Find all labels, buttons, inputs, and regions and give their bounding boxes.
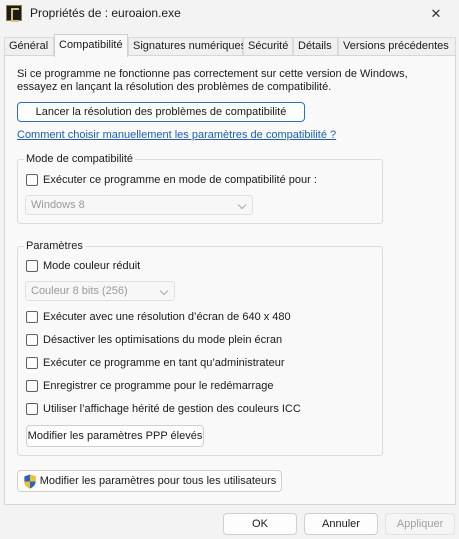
chevron-down-icon	[237, 200, 247, 210]
tab-previous-versions[interactable]: Versions précédentes	[338, 37, 456, 56]
reduced-color-label: Mode couleur réduit	[43, 260, 141, 272]
resolution-640-checkbox-row[interactable]: Exécuter avec une résolution d’écran de …	[26, 310, 291, 324]
compat-mode-checkbox-label: Exécuter ce programme en mode de compati…	[43, 174, 317, 186]
manual-settings-link[interactable]: Comment choisir manuellement les paramèt…	[17, 129, 336, 141]
apply-button[interactable]: Appliquer	[385, 513, 455, 535]
tab-digital-signatures[interactable]: Signatures numériques	[128, 37, 246, 56]
tab-security[interactable]: Sécurité	[243, 37, 293, 56]
settings-legend: Paramètres	[24, 240, 85, 252]
disable-fullscreen-opt-label: Désactiver les optimisations du mode ple…	[43, 334, 283, 346]
color-depth-select[interactable]: Couleur 8 bits (256)	[25, 281, 175, 301]
close-icon: ✕	[430, 6, 442, 21]
register-restart-label: Enregistrer ce programme pour le redémar…	[43, 380, 274, 392]
resolution-640-checkbox[interactable]	[26, 311, 38, 323]
close-button[interactable]: ✕	[413, 0, 459, 28]
register-restart-checkbox-row[interactable]: Enregistrer ce programme pour le redémar…	[26, 379, 274, 393]
reduced-color-checkbox-row[interactable]: Mode couleur réduit	[26, 259, 140, 273]
tab-compatibility[interactable]: Compatibilité	[54, 34, 128, 57]
title-bar: Propriétés de : euroaion.exe ✕	[0, 0, 459, 28]
resolution-640-label: Exécuter avec une résolution d’écran de …	[43, 311, 291, 323]
disable-fullscreen-opt-checkbox-row[interactable]: Désactiver les optimisations du mode ple…	[26, 333, 282, 347]
run-as-admin-label: Exécuter ce programme en tant qu’adminis…	[43, 357, 285, 369]
all-users-button-label: Modifier les paramètres pour tous les ut…	[39, 475, 277, 487]
high-dpi-settings-button[interactable]: Modifier les paramètres PPP élevés	[26, 425, 204, 447]
cancel-button[interactable]: Annuler	[304, 513, 378, 535]
disable-fullscreen-opt-checkbox[interactable]	[26, 334, 38, 346]
chevron-down-icon	[159, 286, 169, 296]
intro-text: Si ce programme ne fonctionne pas correc…	[17, 68, 408, 93]
run-as-admin-checkbox-row[interactable]: Exécuter ce programme en tant qu’adminis…	[26, 356, 285, 370]
compat-mode-select[interactable]: Windows 8	[25, 195, 253, 215]
color-depth-select-value: Couleur 8 bits (256)	[31, 285, 128, 297]
compat-mode-select-value: Windows 8	[31, 199, 85, 211]
register-restart-checkbox[interactable]	[26, 380, 38, 392]
tab-general[interactable]: Général	[4, 37, 54, 56]
compat-mode-checkbox-row[interactable]: Exécuter ce programme en mode de compati…	[26, 173, 317, 187]
compatibility-mode-legend: Mode de compatibilité	[24, 153, 136, 165]
all-users-settings-button[interactable]: Modifier les paramètres pour tous les ut…	[17, 470, 282, 492]
legacy-icc-checkbox[interactable]	[26, 403, 38, 415]
uac-shield-icon	[24, 474, 36, 489]
legacy-icc-label: Utiliser l’affichage hérité de gestion d…	[43, 403, 301, 415]
legacy-icc-checkbox-row[interactable]: Utiliser l’affichage hérité de gestion d…	[26, 402, 301, 416]
troubleshoot-button[interactable]: Lancer la résolution des problèmes de co…	[17, 102, 305, 122]
tab-details[interactable]: Détails	[293, 37, 338, 56]
compat-mode-checkbox[interactable]	[26, 174, 38, 186]
app-icon	[6, 5, 22, 22]
run-as-admin-checkbox[interactable]	[26, 357, 38, 369]
ok-button[interactable]: OK	[223, 513, 297, 535]
window-title: Propriétés de : euroaion.exe	[30, 6, 181, 20]
reduced-color-checkbox[interactable]	[26, 260, 38, 272]
